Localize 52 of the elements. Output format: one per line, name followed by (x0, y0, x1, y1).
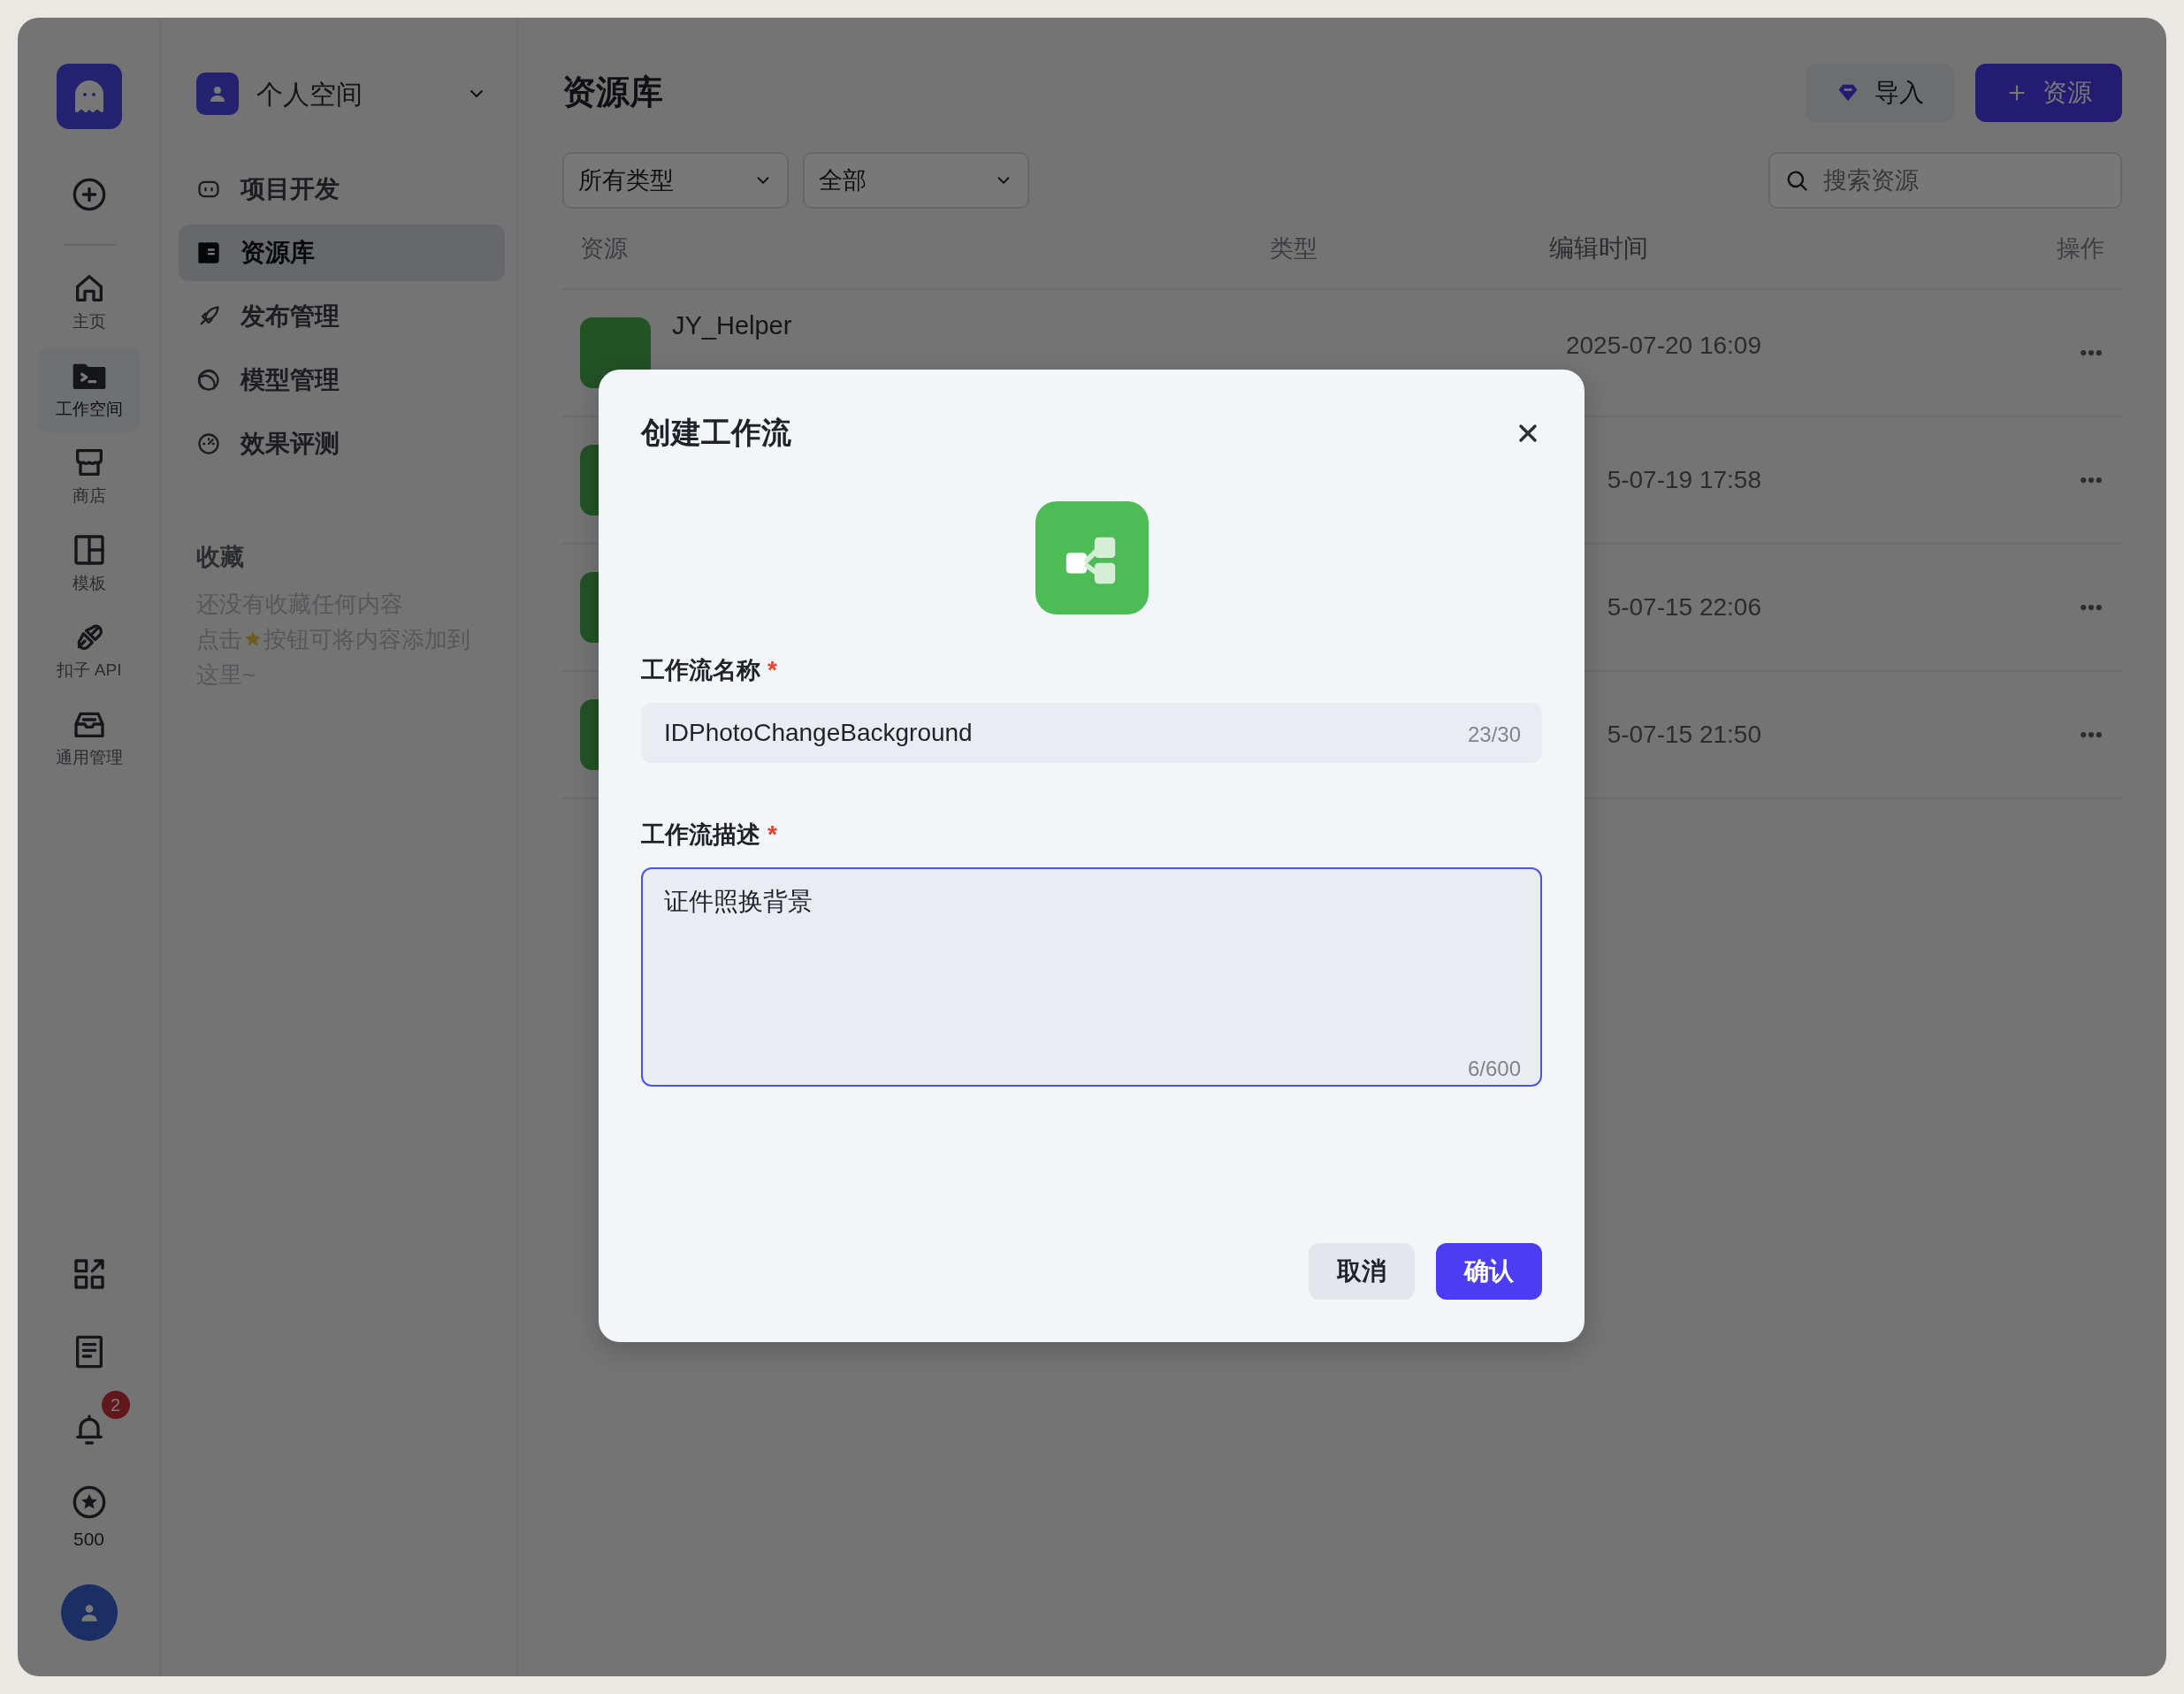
rail-item[interactable]: 扣子 API (37, 608, 141, 694)
app-logo[interactable] (56, 64, 122, 129)
rail-label: 主页 (72, 311, 106, 332)
add-resource-button[interactable]: 资源 (1975, 64, 2122, 122)
resource-name: JY_Helper (672, 310, 792, 342)
column-header: 操作 (2057, 233, 2104, 263)
filter-dropdown[interactable]: 所有类型 (562, 152, 789, 209)
star-coin-icon (71, 1484, 107, 1520)
dialog-title: 创建工作流 (641, 415, 791, 451)
rail-label: 通用管理 (55, 746, 123, 768)
edit-time: 5-07-15 21:50 (1607, 721, 1761, 748)
nav-item[interactable]: 资源库 (179, 225, 505, 281)
edit-time: 2025-07-20 16:09 (1565, 332, 1761, 359)
confirm-button[interactable]: 确认 (1436, 1243, 1542, 1300)
rail-item[interactable]: 通用管理 (37, 695, 141, 781)
workspace-selector[interactable]: 个人空间 (179, 67, 505, 120)
workspace-name: 个人空间 (256, 78, 363, 111)
character-count: 23/30 (1467, 721, 1521, 748)
required-mark: * (767, 655, 777, 685)
edit-time: 5-07-19 17:58 (1607, 466, 1761, 493)
rail-item[interactable]: 模板 (37, 521, 141, 607)
field-label: 工作流描述 (641, 820, 760, 850)
character-count: 6/600 (1467, 1056, 1521, 1082)
field-label: 工作流名称 (641, 655, 760, 685)
rail-label: 模板 (72, 572, 106, 594)
cancel-button[interactable]: 取消 (1309, 1243, 1415, 1300)
import-button[interactable]: 导入 (1806, 64, 1954, 122)
rail-label: 商店 (72, 485, 106, 507)
column-header: 资源 (580, 233, 628, 263)
model-icon (196, 368, 221, 393)
page-title: 资源库 (562, 72, 663, 113)
book-icon (196, 240, 221, 265)
nav-item[interactable]: 效果评测 (179, 416, 505, 472)
rail-label: 工作空间 (55, 398, 123, 420)
filter-dropdown[interactable]: 全部 (803, 152, 1029, 209)
column-header: 类型 (1270, 234, 1317, 262)
gauge-icon (196, 431, 221, 456)
edit-time: 5-07-15 22:06 (1607, 593, 1761, 621)
required-mark: * (767, 820, 777, 850)
nav-item[interactable]: 发布管理 (179, 288, 505, 345)
rail-item[interactable]: 工作空间 (37, 347, 141, 432)
favorites-heading: 收藏 (196, 543, 245, 572)
nav-item[interactable]: 项目开发 (179, 161, 505, 217)
points-count: 500 (73, 1527, 104, 1551)
rail-item[interactable]: 商店 (37, 434, 141, 520)
notification-count: 2 (101, 1390, 130, 1419)
search-field[interactable]: 搜索资源 (1768, 152, 2122, 209)
column-header: 编辑时间 (1549, 234, 1648, 262)
rail-label: 扣子 API (56, 660, 122, 681)
add-icon[interactable] (71, 177, 107, 212)
rail-item[interactable]: 主页 (37, 260, 141, 346)
nav-item[interactable]: 模型管理 (179, 352, 505, 408)
